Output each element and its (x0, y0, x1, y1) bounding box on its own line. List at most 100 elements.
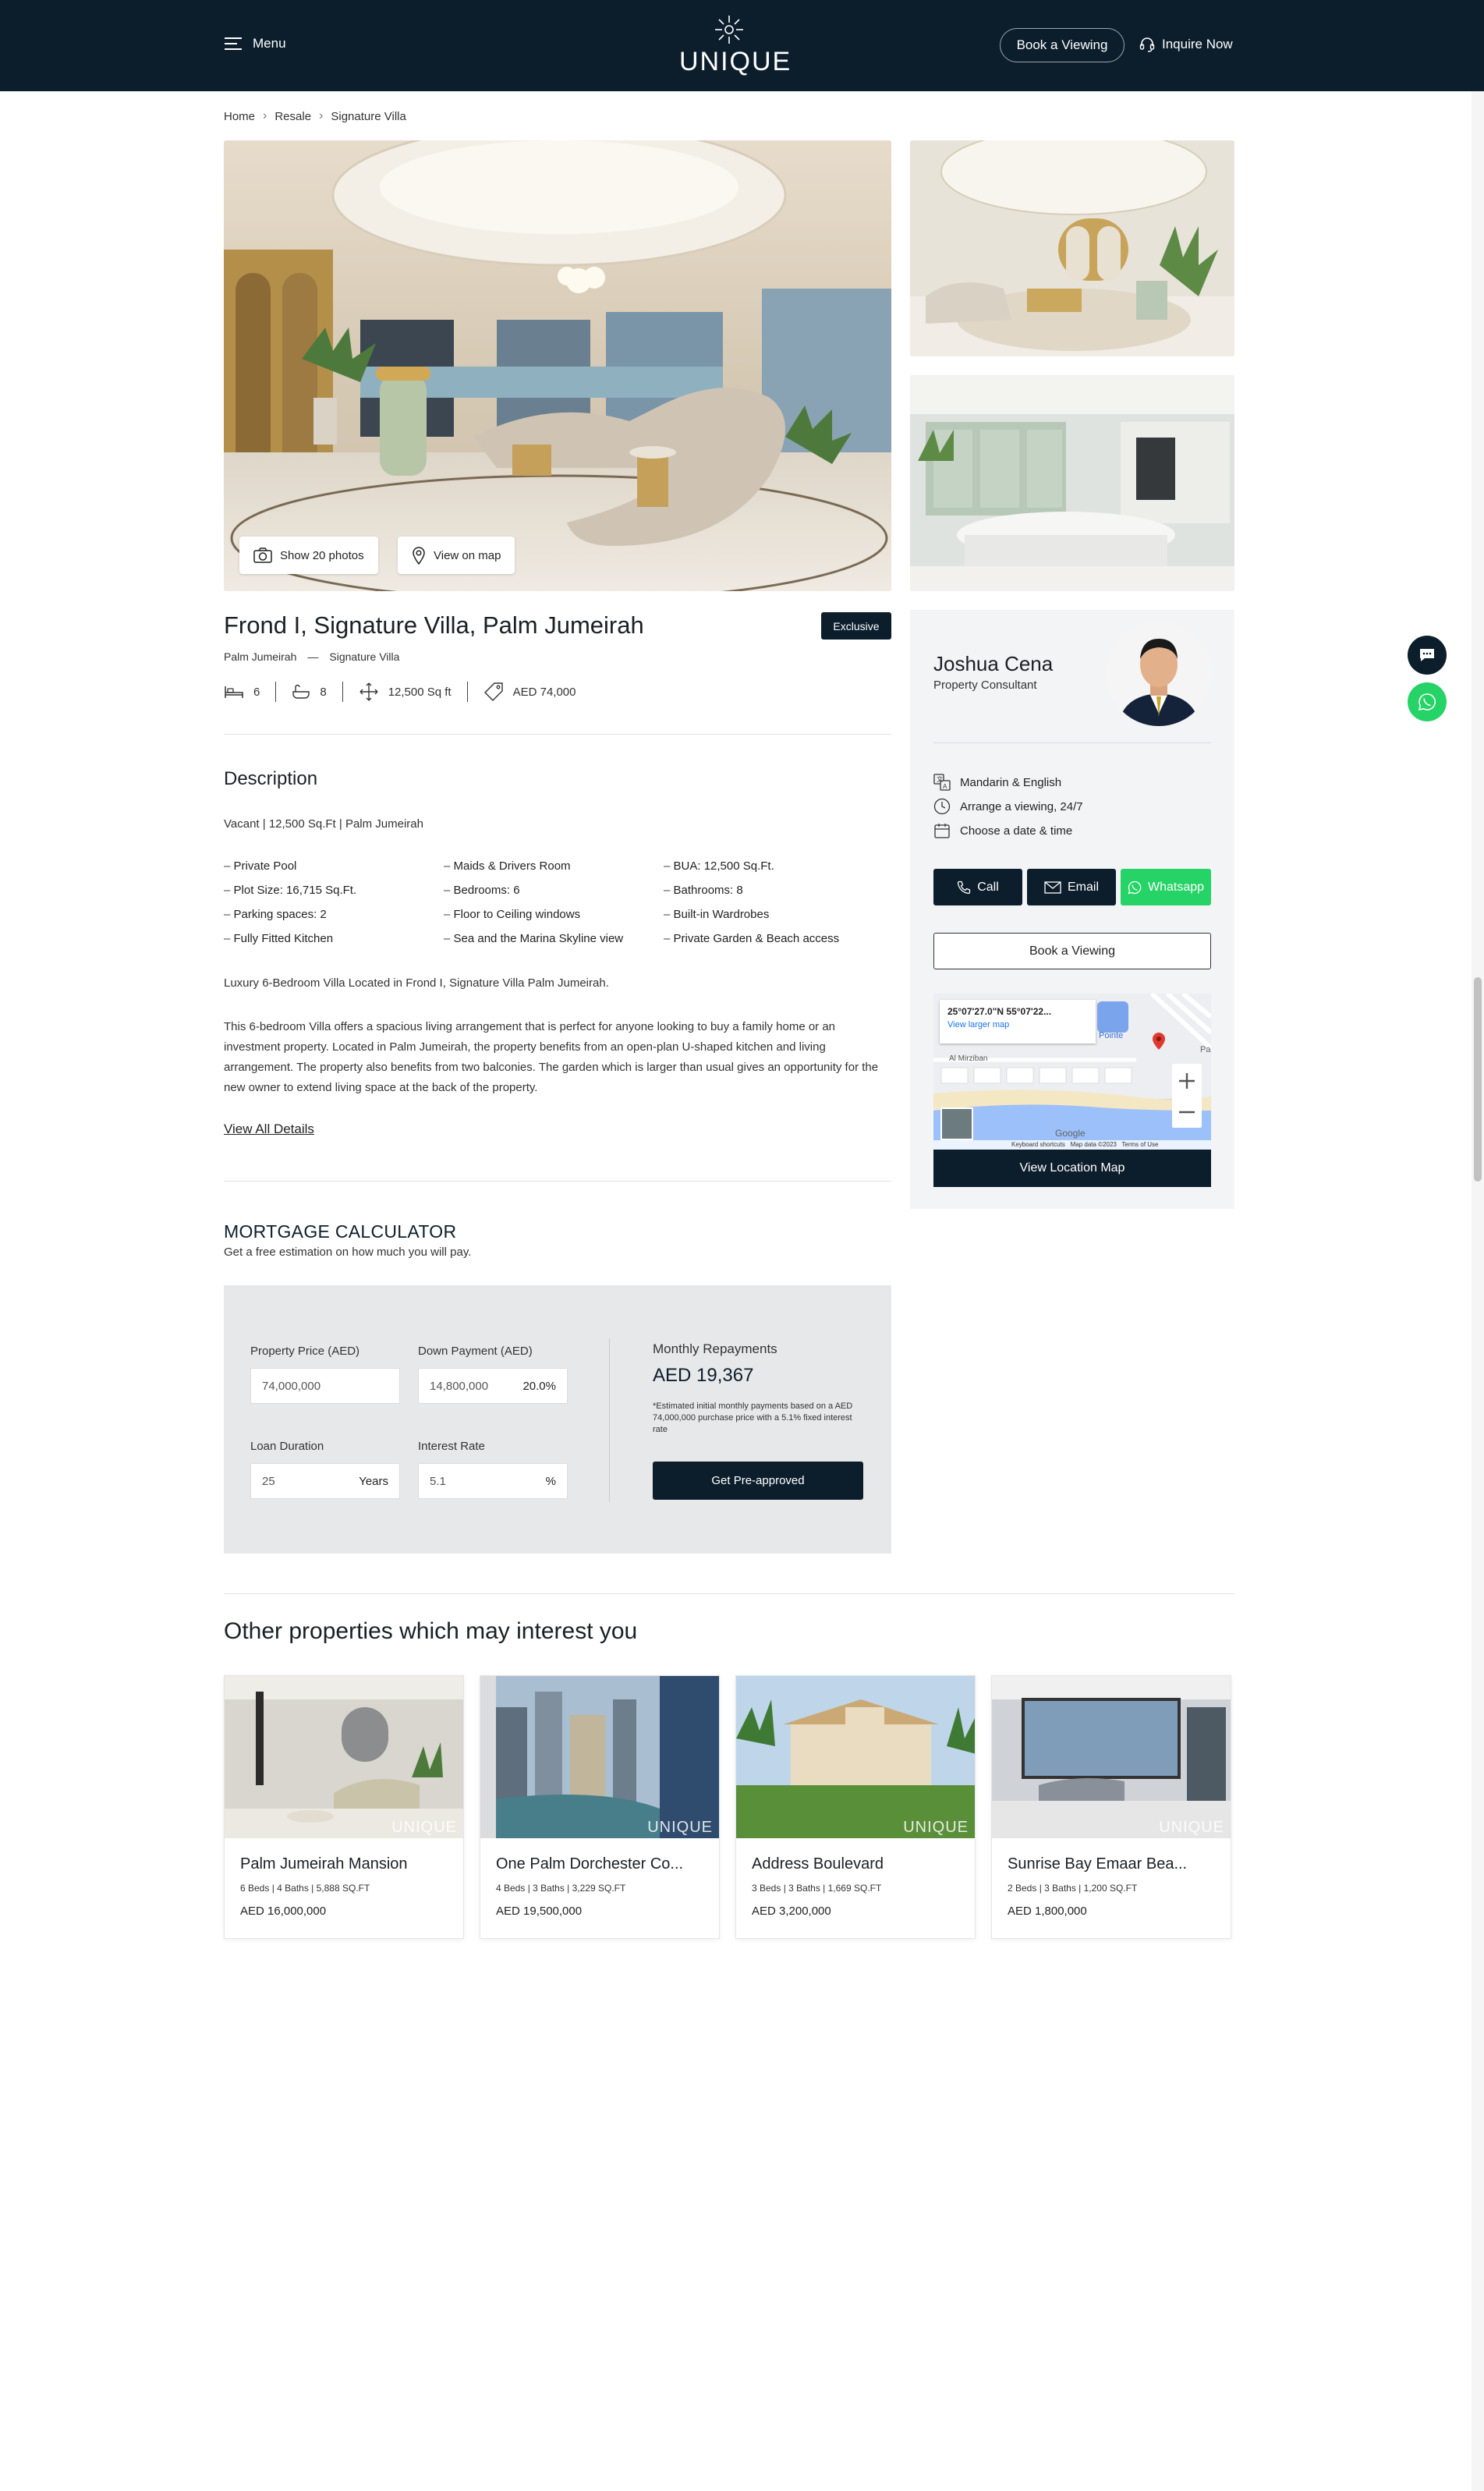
features-list: Private Pool Maids & Drivers Room BUA: 1… (224, 859, 894, 945)
price-input-value: 74,000,000 (262, 1379, 321, 1393)
phone-icon (958, 881, 971, 894)
map-pa-label: Pa (1200, 1045, 1211, 1054)
card-watermark: UNIQUE (391, 1819, 457, 1836)
loan-duration-input[interactable]: 25 Years (250, 1463, 400, 1499)
divider (224, 1181, 891, 1182)
stat-beds: 6 (224, 684, 260, 700)
view-on-map-button[interactable]: View on map (398, 537, 515, 574)
feature-item: Fully Fitted Kitchen (224, 932, 444, 945)
price-value: AED 74,000 (512, 685, 576, 699)
gallery-photo-2[interactable] (910, 140, 1234, 356)
card-meta: 6 Beds | 4 Baths | 5,888 SQ.FT (240, 1883, 370, 1894)
property-card-image: UNIQUE (992, 1676, 1231, 1838)
agent-schedule: Choose a date & time (933, 822, 1072, 839)
schedule-text: Choose a date & time (960, 824, 1073, 838)
feature-item: Private Garden & Beach access (664, 932, 884, 945)
property-title: Frond I, Signature Villa, Palm Jumeirah (224, 611, 644, 639)
agent-name: Joshua Cena (933, 652, 1054, 675)
view-all-details-link[interactable]: View All Details (224, 1121, 314, 1137)
mortgage-title: MORTGAGE CALCULATOR (224, 1221, 457, 1242)
chat-icon (1420, 649, 1434, 661)
kitchen-photo (910, 375, 1234, 591)
estimate-note: *Estimated initial monthly payments base… (653, 1401, 853, 1434)
interest-rate-input[interactable]: 5.1 % (418, 1463, 568, 1499)
calculator-divider (609, 1338, 610, 1502)
main-gallery-photo[interactable] (224, 140, 891, 591)
call-button[interactable]: Call (933, 869, 1022, 905)
card-price: AED 19,500,000 (496, 1905, 583, 1918)
location-map[interactable]: 25°07'27.0"N 55°07'22... View larger map… (933, 994, 1211, 1150)
bath-icon (292, 684, 310, 699)
description-body: This 6-bedroom Villa offers a spacious l… (224, 1020, 879, 1094)
show-photos-button[interactable]: Show 20 photos (239, 537, 378, 574)
feature-item: Bedrooms: 6 (444, 884, 664, 897)
call-label: Call (977, 880, 999, 894)
property-card[interactable]: UNIQUE Address Boulevard 3 Beds | 3 Bath… (735, 1675, 976, 1939)
map-footer[interactable]: Keyboard shortcuts Map data ©2023 Terms … (1011, 1141, 1159, 1148)
sunburst-icon (715, 16, 743, 44)
breadcrumb-current[interactable]: Signature Villa (331, 110, 406, 123)
breadcrumb-home[interactable]: Home (224, 110, 255, 123)
card-watermark: UNIQUE (1159, 1819, 1224, 1836)
feature-item: Sea and the Marina Skyline view (444, 932, 664, 945)
chat-button[interactable] (1408, 636, 1447, 675)
email-button[interactable]: Email (1027, 869, 1116, 905)
card-meta: 4 Beds | 3 Baths | 3,229 SQ.FT (496, 1883, 626, 1894)
feature-item: Parking spaces: 2 (224, 908, 444, 921)
map-info-box: 25°07'27.0"N 55°07'22... View larger map (940, 1000, 1096, 1044)
scrollbar-track[interactable] (1472, 91, 1484, 2491)
card-title: One Palm Dorchester Co... (496, 1855, 684, 1873)
feature-item: BUA: 12,500 Sq.Ft. (664, 859, 884, 873)
stat-baths: 8 (292, 684, 327, 700)
view-map-label: View on map (434, 548, 501, 562)
duration-suffix: Years (359, 1474, 388, 1488)
header-book-viewing-button[interactable]: Book a Viewing (1000, 28, 1125, 62)
inquire-now-button[interactable]: Inquire Now (1139, 36, 1233, 53)
gallery-photo-3[interactable] (910, 375, 1234, 591)
agent-availability: Arrange a viewing, 24/7 (933, 798, 1083, 815)
agent-book-viewing-button[interactable]: Book a Viewing (933, 933, 1211, 969)
scrollbar-thumb[interactable] (1474, 977, 1482, 1182)
map-pin-icon (413, 547, 425, 565)
down-payment-input[interactable]: 14,800,000 20.0% (418, 1368, 568, 1404)
camera-icon (253, 547, 272, 563)
property-price-input[interactable]: 74,000,000 (250, 1368, 400, 1404)
down-payment-label: Down Payment (AED) (418, 1345, 533, 1358)
brand-logo[interactable]: UNIQUE (679, 14, 790, 78)
property-area: Palm Jumeirah (224, 650, 297, 663)
whatsapp-button[interactable]: Whatsapp (1121, 869, 1211, 905)
beds-value: 6 (253, 685, 260, 699)
get-pre-approved-button[interactable]: Get Pre-approved (653, 1462, 863, 1500)
breadcrumb-resale[interactable]: Resale (274, 110, 311, 123)
agent-languages: 文 A Mandarin & English (933, 774, 1061, 791)
bed-icon (225, 686, 243, 698)
feature-item: Maids & Drivers Room (444, 859, 664, 873)
property-card-image: UNIQUE (736, 1676, 975, 1838)
map-coordinates: 25°07'27.0"N 55°07'22... (947, 1006, 1052, 1017)
mortgage-subtitle: Get a free estimation on how much you wi… (224, 1246, 472, 1259)
chevron-right-icon: › (319, 109, 324, 122)
card-price: AED 16,000,000 (240, 1905, 327, 1918)
headset-icon (1139, 37, 1155, 52)
feature-item: Built-in Wardrobes (664, 908, 884, 921)
view-location-map-button[interactable]: View Location Map (933, 1150, 1211, 1187)
property-card[interactable]: UNIQUE Sunrise Bay Emaar Bea... 2 Beds |… (991, 1675, 1231, 1939)
site-header: Menu UNIQUE Book a Viewing Inquire Now (0, 0, 1484, 91)
menu-button[interactable]: Menu (225, 36, 286, 51)
menu-label: Menu (253, 36, 286, 51)
view-larger-map-link[interactable]: View larger map (947, 1020, 1088, 1029)
property-card[interactable]: UNIQUE Palm Jumeirah Mansion 6 Beds | 4 … (224, 1675, 464, 1939)
feature-item: Bathrooms: 8 (664, 884, 884, 897)
card-price: AED 3,200,000 (752, 1905, 831, 1918)
other-properties-heading: Other properties which may interest you (224, 1618, 638, 1644)
inquire-label: Inquire Now (1162, 37, 1233, 51)
map-pointe-label: Pointe (1099, 1031, 1124, 1040)
baths-value: 8 (320, 685, 327, 699)
floating-whatsapp-button[interactable] (1408, 682, 1447, 721)
availability-text: Arrange a viewing, 24/7 (960, 799, 1083, 813)
card-meta: 2 Beds | 3 Baths | 1,200 SQ.FT (1008, 1883, 1138, 1894)
property-location: Palm Jumeirah — Signature Villa (224, 650, 399, 663)
whatsapp-icon (1128, 881, 1142, 894)
google-logo: Google (1055, 1128, 1086, 1139)
property-card[interactable]: UNIQUE One Palm Dorchester Co... 4 Beds … (480, 1675, 720, 1939)
